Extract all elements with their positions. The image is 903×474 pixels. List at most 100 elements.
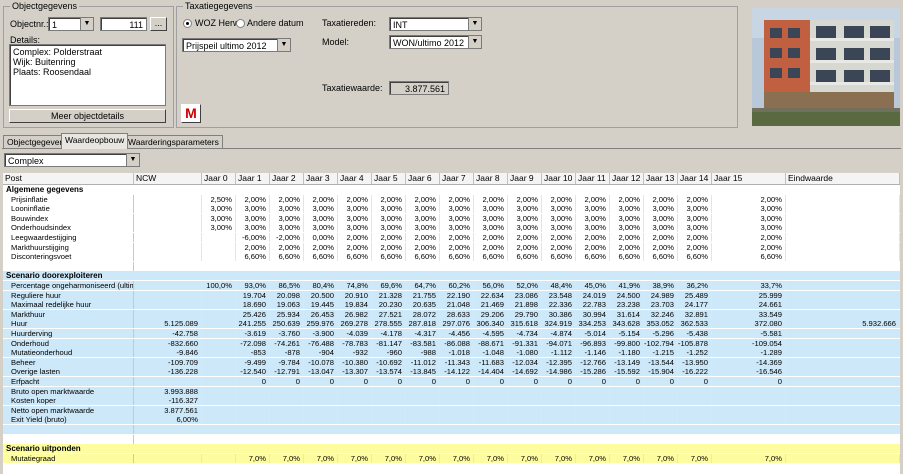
cell-jaar-13[interactable]: 353.052 bbox=[644, 319, 678, 329]
cell-jaar-14[interactable]: 36,2% bbox=[678, 281, 712, 290]
cell-jaar-12[interactable] bbox=[610, 415, 644, 425]
header-jaar-11[interactable]: Jaar 11 bbox=[576, 173, 610, 184]
cell-eindwaarde[interactable] bbox=[786, 300, 900, 310]
cell-jaar-12[interactable]: 343.628 bbox=[610, 319, 644, 329]
cell-jaar-9[interactable]: -14.692 bbox=[508, 367, 542, 377]
cell-ncw[interactable] bbox=[134, 453, 202, 463]
cell-jaar-13[interactable] bbox=[644, 386, 678, 396]
cell-jaar-6[interactable]: 28.072 bbox=[406, 309, 440, 319]
cell-jaar-3[interactable]: 2,00% bbox=[304, 242, 338, 252]
cell-jaar-8[interactable] bbox=[474, 405, 508, 415]
cell-jaar-1[interactable]: 18.690 bbox=[236, 300, 270, 310]
cell-jaar-4[interactable]: 2,00% bbox=[338, 242, 372, 252]
cell-jaar-9[interactable]: -12.034 bbox=[508, 357, 542, 367]
cell-jaar-0[interactable] bbox=[202, 329, 236, 338]
cell-jaar-12[interactable]: 23.238 bbox=[610, 300, 644, 310]
cell-jaar-6[interactable] bbox=[406, 405, 440, 415]
cell-eindwaarde[interactable] bbox=[786, 204, 900, 214]
cell-jaar-4[interactable]: 269.278 bbox=[338, 319, 372, 329]
cell-jaar-10[interactable]: 22.336 bbox=[542, 300, 576, 310]
radio-andere-datum[interactable] bbox=[236, 19, 245, 28]
cell-jaar-2[interactable] bbox=[270, 415, 304, 425]
header-jaar-1[interactable]: Jaar 1 bbox=[236, 173, 270, 184]
cell-jaar-12[interactable]: 3,00% bbox=[610, 213, 644, 223]
cell-jaar-13[interactable]: 3,00% bbox=[644, 204, 678, 214]
cell-jaar-8[interactable] bbox=[474, 396, 508, 406]
cell-jaar-2[interactable]: -3.760 bbox=[270, 329, 304, 338]
cell-jaar-4[interactable]: 26.982 bbox=[338, 309, 372, 319]
cell-jaar-10[interactable]: 2,00% bbox=[542, 233, 576, 242]
cell-jaar-9[interactable]: 2,00% bbox=[508, 194, 542, 204]
cell-jaar-11[interactable]: 45,0% bbox=[576, 281, 610, 290]
cell-ncw[interactable] bbox=[134, 290, 202, 300]
cell-jaar-15[interactable]: 3,00% bbox=[712, 223, 786, 233]
cell-jaar-3[interactable]: 19.445 bbox=[304, 300, 338, 310]
radio-woz[interactable] bbox=[183, 19, 192, 28]
cell-jaar-5[interactable]: 0 bbox=[372, 377, 406, 386]
header-jaar-5[interactable]: Jaar 5 bbox=[372, 173, 406, 184]
cell-jaar-13[interactable]: 7,0% bbox=[644, 453, 678, 463]
cell-jaar-6[interactable]: 287.818 bbox=[406, 319, 440, 329]
cell-jaar-11[interactable]: -5.014 bbox=[576, 329, 610, 338]
cell-eindwaarde[interactable] bbox=[786, 453, 900, 463]
details-textarea[interactable]: Complex: Polderstraat Wijk: Buitenring P… bbox=[9, 44, 166, 106]
cell-jaar-3[interactable]: 26.453 bbox=[304, 309, 338, 319]
cell-jaar-9[interactable] bbox=[508, 386, 542, 396]
cell-jaar-8[interactable]: -11.683 bbox=[474, 357, 508, 367]
cell-jaar-5[interactable]: 2,00% bbox=[372, 233, 406, 242]
cell-jaar-14[interactable] bbox=[678, 405, 712, 415]
cell-jaar-6[interactable]: 7,0% bbox=[406, 453, 440, 463]
cell-jaar-13[interactable]: -15.904 bbox=[644, 367, 678, 377]
cell-jaar-12[interactable]: -13.149 bbox=[610, 357, 644, 367]
cell-jaar-13[interactable] bbox=[644, 415, 678, 425]
cell-jaar-1[interactable]: 3,00% bbox=[236, 213, 270, 223]
cell-jaar-0[interactable]: 3,00% bbox=[202, 213, 236, 223]
cell-jaar-1[interactable]: -72.098 bbox=[236, 338, 270, 348]
header-jaar-0[interactable]: Jaar 0 bbox=[202, 173, 236, 184]
cell-jaar-3[interactable] bbox=[304, 396, 338, 406]
cell-ncw[interactable] bbox=[134, 377, 202, 386]
cell-jaar-11[interactable]: -96.893 bbox=[576, 338, 610, 348]
cell-jaar-2[interactable]: 6,60% bbox=[270, 252, 304, 262]
cell-jaar-2[interactable]: 250.639 bbox=[270, 319, 304, 329]
cell-jaar-9[interactable]: 0 bbox=[508, 377, 542, 386]
cell-jaar-0[interactable] bbox=[202, 453, 236, 463]
cell-eindwaarde[interactable] bbox=[786, 377, 900, 386]
cell-jaar-14[interactable]: 6,60% bbox=[678, 252, 712, 262]
cell-jaar-1[interactable]: 0 bbox=[236, 377, 270, 386]
cell-jaar-12[interactable]: 0 bbox=[610, 377, 644, 386]
header-post[interactable]: Post bbox=[3, 173, 134, 184]
cell-jaar-7[interactable]: 6,60% bbox=[440, 252, 474, 262]
cell-jaar-2[interactable]: 3,00% bbox=[270, 213, 304, 223]
cell-jaar-11[interactable]: 3,00% bbox=[576, 204, 610, 214]
cell-jaar-7[interactable]: 7,0% bbox=[440, 453, 474, 463]
cell-jaar-7[interactable]: 297.076 bbox=[440, 319, 474, 329]
cell-jaar-14[interactable]: 2,00% bbox=[678, 194, 712, 204]
cell-jaar-11[interactable]: 334.253 bbox=[576, 319, 610, 329]
cell-jaar-9[interactable]: 6,60% bbox=[508, 252, 542, 262]
cell-jaar-7[interactable]: 3,00% bbox=[440, 204, 474, 214]
cell-jaar-1[interactable]: 2,00% bbox=[236, 194, 270, 204]
cell-jaar-0[interactable]: 2,50% bbox=[202, 194, 236, 204]
cell-jaar-9[interactable]: 3,00% bbox=[508, 223, 542, 233]
cell-eindwaarde[interactable] bbox=[786, 281, 900, 290]
cell-jaar-7[interactable]: 2,00% bbox=[440, 242, 474, 252]
header-jaar-10[interactable]: Jaar 10 bbox=[542, 173, 576, 184]
cell-ncw[interactable] bbox=[134, 281, 202, 290]
cell-jaar-6[interactable]: -988 bbox=[406, 348, 440, 358]
cell-jaar-8[interactable]: 56,0% bbox=[474, 281, 508, 290]
cell-jaar-12[interactable]: 3,00% bbox=[610, 223, 644, 233]
cell-jaar-5[interactable]: 2,00% bbox=[372, 242, 406, 252]
cell-jaar-15[interactable]: 25.999 bbox=[712, 290, 786, 300]
cell-ncw[interactable]: 3.993.888 bbox=[134, 386, 202, 396]
cell-jaar-0[interactable] bbox=[202, 309, 236, 319]
cell-jaar-1[interactable] bbox=[236, 405, 270, 415]
cell-jaar-3[interactable]: 6,60% bbox=[304, 252, 338, 262]
header-jaar-8[interactable]: Jaar 8 bbox=[474, 173, 508, 184]
cell-jaar-3[interactable]: 80,4% bbox=[304, 281, 338, 290]
cell-jaar-4[interactable]: -10.380 bbox=[338, 357, 372, 367]
cell-jaar-1[interactable]: 19.704 bbox=[236, 290, 270, 300]
cell-jaar-8[interactable]: 306.340 bbox=[474, 319, 508, 329]
cell-jaar-11[interactable] bbox=[576, 415, 610, 425]
cell-jaar-6[interactable]: 3,00% bbox=[406, 223, 440, 233]
